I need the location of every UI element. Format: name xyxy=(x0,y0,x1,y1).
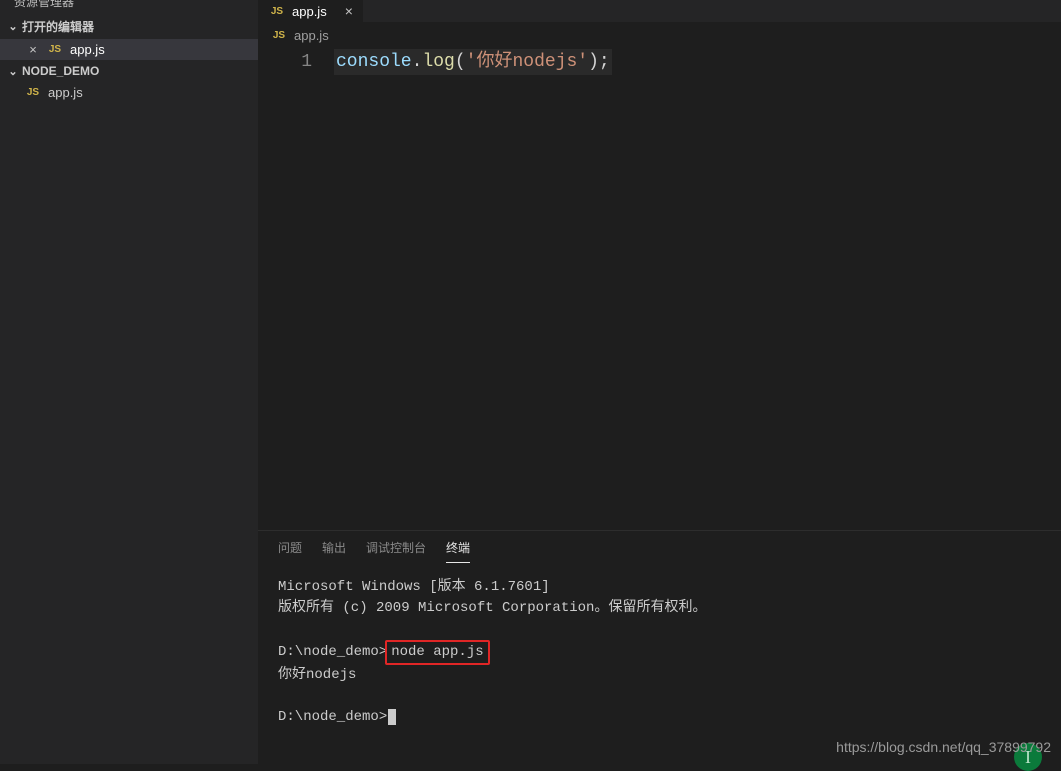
open-editors-label: 打开的编辑器 xyxy=(22,18,94,35)
breadcrumb[interactable]: JS app.js xyxy=(258,22,1061,49)
token-punct: ) xyxy=(588,52,599,72)
js-file-icon: JS xyxy=(46,43,64,57)
panel-tab-output[interactable]: 输出 xyxy=(322,539,346,563)
open-editors-header[interactable]: ⌄ 打开的编辑器 xyxy=(0,14,258,39)
terminal-cursor xyxy=(388,709,396,725)
token-punct: ( xyxy=(455,52,466,72)
js-file-icon: JS xyxy=(270,29,288,43)
breadcrumb-file: app.js xyxy=(294,28,329,43)
sidebar: 资源管理器 ⌄ 打开的编辑器 × JS app.js ⌄ NODE_DEMO J… xyxy=(0,0,258,764)
editor-group: JS app.js × JS app.js 1 console.log('你好n… xyxy=(258,0,1061,764)
line-number-gutter: 1 xyxy=(258,49,334,530)
close-icon[interactable]: × xyxy=(345,3,353,19)
token-method: log xyxy=(422,52,454,72)
folder-header[interactable]: ⌄ NODE_DEMO xyxy=(0,60,258,82)
line-number: 1 xyxy=(258,49,312,75)
panel-tab-debug[interactable]: 调试控制台 xyxy=(366,539,426,563)
terminal-line: D:\node_demo>node app.js xyxy=(278,640,1041,665)
folder-label: NODE_DEMO xyxy=(22,64,99,78)
terminal-line xyxy=(278,619,1041,640)
folder-file-item[interactable]: JS app.js xyxy=(0,82,258,103)
js-file-icon: JS xyxy=(24,86,42,100)
tab-app-js[interactable]: JS app.js × xyxy=(258,0,363,22)
token-string: ' xyxy=(466,52,477,72)
highlighted-command: node app.js xyxy=(385,640,489,665)
panel-tab-terminal[interactable]: 终端 xyxy=(446,539,470,563)
open-editor-filename: app.js xyxy=(70,42,105,57)
token-string: 你好nodejs xyxy=(476,52,577,72)
terminal-line: Microsoft Windows [版本 6.1.7601] xyxy=(278,577,1041,598)
tab-filename: app.js xyxy=(292,4,327,19)
panel-tab-problems[interactable]: 问题 xyxy=(278,539,302,563)
close-icon[interactable]: × xyxy=(26,42,40,57)
js-file-icon: JS xyxy=(268,4,286,18)
terminal-line xyxy=(278,686,1041,707)
panel: 问题 输出 调试控制台 终端 Microsoft Windows [版本 6.1… xyxy=(258,530,1061,764)
chevron-down-icon: ⌄ xyxy=(6,20,20,33)
terminal-line: D:\node_demo> xyxy=(278,707,1041,728)
code-editor[interactable]: 1 console.log('你好nodejs'); xyxy=(258,49,1061,530)
watermark: https://blog.csdn.net/qq_37899792 xyxy=(836,737,1051,758)
folder-filename: app.js xyxy=(48,85,83,100)
terminal[interactable]: Microsoft Windows [版本 6.1.7601] 版权所有 (c)… xyxy=(258,563,1061,764)
sidebar-title: 资源管理器 xyxy=(0,0,258,8)
token-punct: ; xyxy=(599,52,610,72)
chevron-down-icon: ⌄ xyxy=(6,65,20,78)
token-string: ' xyxy=(577,52,588,72)
terminal-line: 版权所有 (c) 2009 Microsoft Corporation。保留所有… xyxy=(278,598,1041,619)
panel-tabbar: 问题 输出 调试控制台 终端 xyxy=(258,531,1061,563)
token-identifier: console xyxy=(336,52,412,72)
tab-bar: JS app.js × xyxy=(258,0,1061,22)
token-punct: . xyxy=(412,52,423,72)
terminal-output: 你好nodejs xyxy=(278,665,1041,686)
open-editor-item[interactable]: × JS app.js xyxy=(0,39,258,60)
terminal-prompt: D:\node_demo> xyxy=(278,709,387,725)
code-line[interactable]: console.log('你好nodejs'); xyxy=(334,49,612,75)
terminal-prompt: D:\node_demo> xyxy=(278,644,387,660)
code-area[interactable]: console.log('你好nodejs'); xyxy=(334,49,1061,530)
